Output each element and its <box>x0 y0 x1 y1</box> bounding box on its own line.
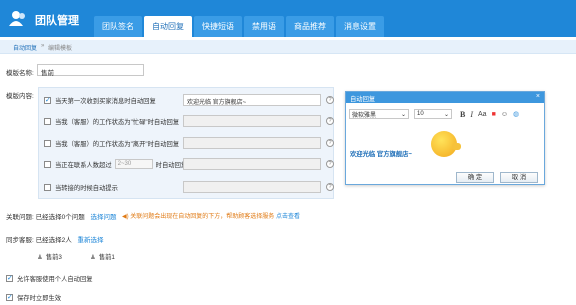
rule-busy-reply-field[interactable] <box>183 115 321 127</box>
apply-on-save-label: 保存时立即生效 <box>17 294 62 302</box>
breadcrumb: 自动回复 » 编辑模板 <box>0 40 576 54</box>
font-family-value: 微软雅黑 <box>352 112 377 119</box>
bold-icon[interactable]: B <box>460 110 465 119</box>
rule-transfer-reply-field[interactable] <box>183 181 321 193</box>
tab-quick-phrases[interactable]: 快捷短语 <box>194 16 242 37</box>
help-icon[interactable]: ? <box>326 160 334 168</box>
breadcrumb-current: 编辑模板 <box>48 46 73 52</box>
close-icon[interactable]: × <box>536 93 540 100</box>
service-member-name: 售前3 <box>45 254 62 261</box>
ok-button[interactable]: 确 定 <box>456 172 494 183</box>
view-link[interactable]: 点击查看 <box>276 214 300 220</box>
user-icon: ♟ <box>90 253 96 261</box>
allow-personal-reply-label: 允许客服使用个人自动回复 <box>17 275 93 283</box>
tab-product-recommend[interactable]: 商品推荐 <box>286 16 334 37</box>
apply-on-save-checkbox[interactable] <box>6 293 13 301</box>
sync-service-label: 同步客服: 已经选择2人 重新选择 <box>6 234 104 244</box>
rule-transfer-checkbox[interactable] <box>44 183 51 191</box>
service-member: ♟ 售前3 <box>37 252 62 262</box>
related-issues-notice: ◀) 关联问题会出现在自动回复的下方，帮助顾客选择服务 点击查看 <box>122 211 300 220</box>
dialog-title-bar: 自动回复 × <box>346 92 544 103</box>
chevron-down-icon: ⌄ <box>443 111 449 118</box>
reselect-link[interactable]: 重新选择 <box>78 237 104 244</box>
rule-contacts-exceed-checkbox[interactable] <box>44 160 51 168</box>
template-name-label: 模版名称: <box>6 70 34 77</box>
editor-text: 欢迎光临 官方旗舰店~ <box>350 151 413 158</box>
font-size-value: 10 <box>417 111 424 117</box>
rule-first-message-checkbox[interactable] <box>44 96 51 104</box>
cancel-button[interactable]: 取 消 <box>500 172 538 183</box>
speaker-icon: ◀) <box>122 214 129 220</box>
app-header: 团队管理 团队签名 自动回复 快捷短语 禁用语 商品推荐 消息设置 <box>0 0 576 37</box>
tab-team-signature[interactable]: 团队签名 <box>94 16 142 37</box>
rule-busy: 当我（客服）的工作状态为"忙碌"时自动回复 <box>44 115 179 127</box>
contacts-threshold-input[interactable]: 2~30 <box>114 159 153 169</box>
rule-first-message-label: 当天第一次收到买家消息时自动回复 <box>55 97 156 105</box>
rule-contacts-exceed-label-before: 当正在联系人数超过 <box>55 161 112 169</box>
editor-body[interactable]: 欢迎光临 官方旗舰店~ <box>349 123 543 163</box>
breadcrumb-root-link[interactable]: 自动回复 <box>13 43 37 52</box>
service-member: ♟ 售前1 <box>90 252 115 262</box>
sync-service-count: 同步客服: 已经选择2人 <box>6 237 72 244</box>
help-icon[interactable]: ? <box>326 183 334 191</box>
user-icon: ♟ <box>37 253 43 261</box>
select-issues-link[interactable]: 选择问题 <box>91 214 117 221</box>
auto-reply-dialog: 自动回复 × 微软雅黑 ⌄ 10 ⌄ B I Aa ■ ☺ ◍ 欢迎光临 官方旗… <box>345 91 545 185</box>
option-allow-personal-reply: 允许客服使用个人自动回复 <box>6 273 93 283</box>
rule-busy-checkbox[interactable] <box>44 117 51 125</box>
template-content-label: 模版内容: <box>6 93 34 100</box>
rule-contacts-exceed-reply-field[interactable] <box>183 158 321 170</box>
font-size-select[interactable]: 10 ⌄ <box>414 109 452 119</box>
rule-busy-label: 当我（客服）的工作状态为"忙碌"时自动回复 <box>55 118 180 126</box>
help-icon[interactable]: ? <box>326 117 334 125</box>
rule-transfer: 当转接的时候自动提示 <box>44 181 118 193</box>
tab-auto-reply[interactable]: 自动回复 <box>144 16 192 37</box>
template-name-input[interactable]: 售前 <box>37 64 144 77</box>
rule-transfer-label: 当转接的时候自动提示 <box>55 184 118 192</box>
rule-away-label: 当我（客服）的工作状态为"离开"时自动回复 <box>55 140 180 148</box>
globe-icon[interactable]: ◍ <box>513 110 519 118</box>
rule-first-message: 当天第一次收到买家消息时自动回复 <box>44 94 156 106</box>
font-size-icon[interactable]: Aa <box>478 111 487 118</box>
help-icon[interactable]: ? <box>326 96 334 104</box>
tab-message-settings[interactable]: 消息设置 <box>336 16 384 37</box>
chevron-down-icon: ⌄ <box>400 111 406 118</box>
dialog-title: 自动回复 <box>350 96 376 103</box>
rule-contacts-exceed: 当正在联系人数超过 2~30 时自动回复 <box>44 158 187 170</box>
editor-toolbar: 微软雅黑 ⌄ 10 ⌄ B I Aa ■ ☺ ◍ <box>349 107 543 121</box>
help-icon[interactable]: ? <box>326 139 334 147</box>
related-issues-label: 关联问题: 已经选择0个问题 选择问题 <box>6 211 117 221</box>
team-logo-icon <box>9 11 25 26</box>
rule-away-checkbox[interactable] <box>44 139 51 147</box>
breadcrumb-separator: » <box>41 43 45 49</box>
allow-personal-reply-checkbox[interactable] <box>6 274 13 282</box>
rule-first-message-reply-field[interactable]: 欢迎光临 官方旗舰店~ <box>183 94 321 106</box>
italic-icon[interactable]: I <box>470 110 473 119</box>
font-family-select[interactable]: 微软雅黑 ⌄ <box>349 109 409 119</box>
emoji-icon[interactable]: ☺ <box>501 111 508 118</box>
option-apply-on-save: 保存时立即生效 <box>6 292 61 302</box>
thumbs-up-emoji-icon <box>452 143 461 150</box>
rule-away: 当我（客服）的工作状态为"离开"时自动回复 <box>44 137 179 149</box>
rule-away-reply-field[interactable] <box>183 137 321 149</box>
service-member-name: 售前1 <box>98 254 115 261</box>
tab-forbidden-words[interactable]: 禁用语 <box>244 16 284 37</box>
main-tabs: 团队签名 自动回复 快捷短语 禁用语 商品推荐 消息设置 <box>94 16 386 37</box>
notice-text: 关联问题会出现在自动回复的下方，帮助顾客选择服务 <box>130 214 275 220</box>
color-icon[interactable]: ■ <box>492 111 496 118</box>
related-issues-count: 关联问题: 已经选择0个问题 <box>6 214 85 221</box>
app-title: 团队管理 <box>35 15 79 27</box>
